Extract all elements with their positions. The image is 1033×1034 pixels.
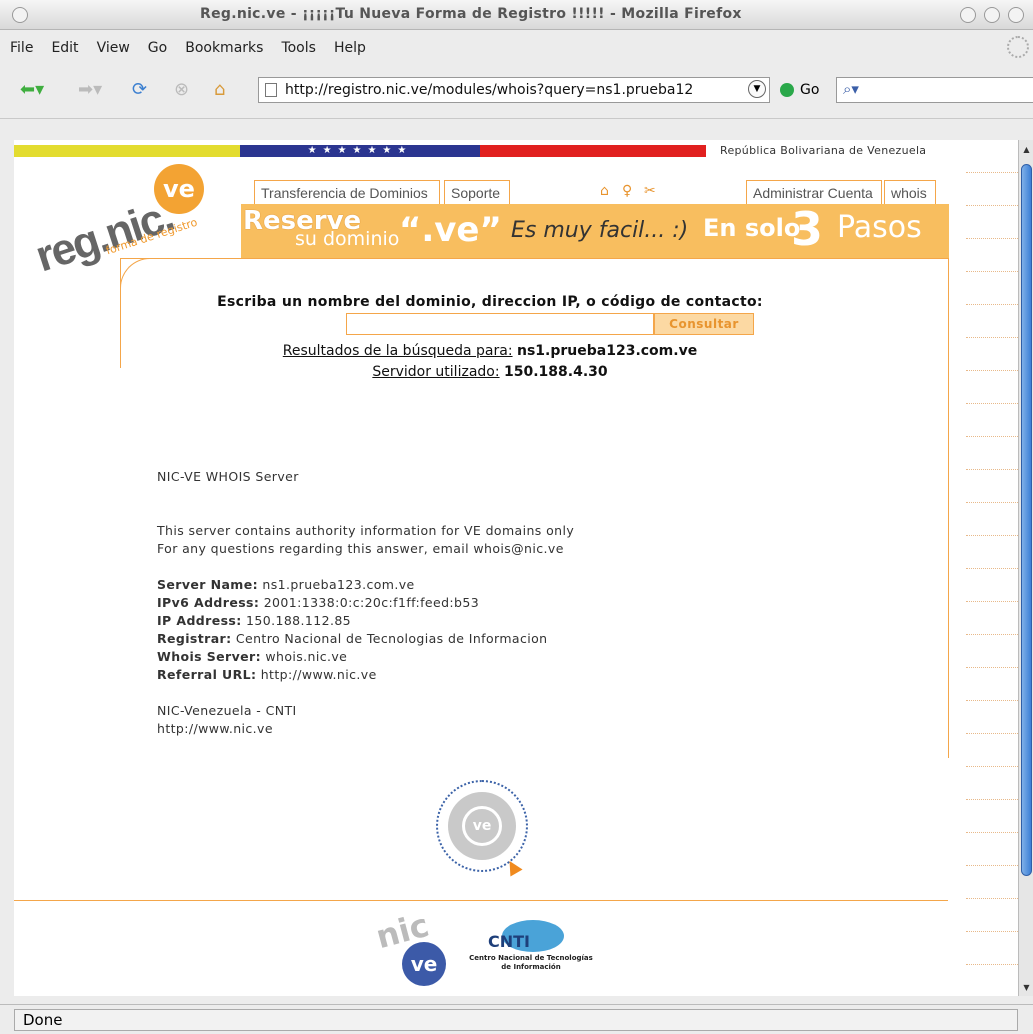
whois-footer-1: NIC-Venezuela - CNTI (157, 703, 297, 718)
page-icon (265, 83, 277, 97)
whois-field-registrar: Registrar: Centro Nacional de Tecnologia… (157, 631, 548, 646)
url-bar[interactable]: http://registro.nic.ve/modules/whois?que… (258, 77, 770, 103)
results-label: Resultados de la búsqueda para: (282, 343, 513, 359)
search-input[interactable] (346, 313, 654, 335)
footer-ve-circle: ve (402, 942, 446, 986)
url-dropdown-icon[interactable]: ▼ (748, 80, 766, 98)
flag-blue: ★★★★★★★ (240, 145, 480, 157)
agente-registrador-badge[interactable]: ve (436, 780, 528, 877)
title-bar: Reg.nic.ve - ¡¡¡¡¡Tu Nueva Forma de Regi… (0, 0, 1033, 30)
tools-icon[interactable]: ✂ (644, 183, 656, 199)
menu-help[interactable]: Help (334, 40, 366, 56)
results-value: ns1.prueba123.com.ve (517, 343, 698, 359)
whois-field-referral-url: Referral URL: http://www.nic.ve (157, 667, 377, 682)
home-icon[interactable]: ⌂ (214, 76, 225, 102)
results-line: Resultados de la búsqueda para: ns1.prue… (14, 343, 966, 359)
server-line: Servidor utilizado: 150.188.4.30 (14, 364, 966, 380)
whois-field-ip: IP Address: 150.188.112.85 (157, 613, 352, 628)
scroll-down-icon[interactable]: ▼ (1021, 982, 1032, 993)
menu-edit[interactable]: Edit (51, 40, 78, 56)
search-icon: ⌕▾ (843, 80, 859, 98)
banner-ve: “.ve” (399, 210, 502, 250)
server-label: Servidor utilizado: (372, 364, 500, 380)
banner-en-solo: En solo (703, 214, 801, 242)
right-decorative-strip (966, 140, 1018, 996)
menu-bar: File Edit View Go Bookmarks Tools Help (0, 30, 1033, 66)
menu-bookmarks[interactable]: Bookmarks (185, 40, 263, 56)
menu-go[interactable]: Go (148, 40, 167, 56)
whois-field-ipv6: IPv6 Address: 2001:1338:0:c:20c:f1ff:fee… (157, 595, 480, 610)
menu-file[interactable]: File (10, 40, 33, 56)
reload-icon[interactable]: ⟳ (132, 76, 147, 102)
menu-tools[interactable]: Tools (281, 40, 316, 56)
info-icon[interactable]: ♀ (622, 183, 632, 199)
promo-banner: Reserve su dominio “.ve” Es muy facil...… (241, 202, 949, 258)
server-value: 150.188.4.30 (504, 364, 608, 380)
cnti-subtitle: Centro Nacional de Tecnologías de Inform… (469, 954, 593, 971)
banner-facil: Es muy facil... :) (511, 218, 689, 243)
close-button[interactable] (1008, 7, 1024, 23)
republic-label: República Bolivariana de Venezuela (720, 144, 927, 157)
status-text: Done (14, 1009, 1018, 1031)
tab-whois[interactable]: whois (884, 180, 936, 204)
tab-administrar-cuenta[interactable]: Administrar Cuenta (746, 180, 882, 204)
go-label: Go (800, 82, 820, 98)
whois-output: NIC-VE WHOIS Server This server contains… (157, 468, 574, 738)
nic-ve-footer-logo[interactable]: nic ve (372, 906, 456, 992)
consultar-button[interactable]: Consultar (654, 313, 754, 335)
flag-yellow (14, 145, 240, 157)
page-content: ★★★★★★★ República Bolivariana de Venezue… (14, 140, 966, 996)
banner-three: 3 (791, 202, 824, 256)
window-menu-button[interactable] (12, 7, 28, 23)
throbber-icon (1007, 36, 1029, 58)
scroll-thumb[interactable] (1021, 164, 1032, 876)
footer-divider (14, 900, 948, 901)
flag-red (480, 145, 706, 157)
badge-ve: ve (462, 806, 502, 846)
window-title: Reg.nic.ve - ¡¡¡¡¡Tu Nueva Forma de Regi… (200, 6, 742, 22)
frame-border-right (948, 258, 949, 758)
whois-field-whois-server: Whois Server: whois.nic.ve (157, 649, 348, 664)
maximize-button[interactable] (984, 7, 1000, 23)
cnti-text: CNTI (488, 932, 530, 951)
cnti-footer-logo[interactable]: CNTI Centro Nacional de Tecnologías de I… (466, 920, 596, 980)
banner-su-dominio: su dominio (295, 228, 400, 250)
stop-icon[interactable]: ⊗ (174, 76, 189, 102)
whois-footer-2: http://www.nic.ve (157, 721, 273, 736)
logo-ve-circle: ve (154, 164, 204, 214)
url-text: http://registro.nic.ve/modules/whois?que… (285, 82, 694, 98)
back-icon[interactable]: ⬅▾ (20, 76, 44, 102)
forward-icon[interactable]: ➡▾ (78, 76, 102, 102)
tab-soporte[interactable]: Soporte (444, 180, 510, 204)
frame-border-top (120, 258, 949, 259)
banner-pasos: Pasos (837, 210, 922, 245)
menu-view[interactable]: View (97, 40, 130, 56)
firefox-window: Reg.nic.ve - ¡¡¡¡¡Tu Nueva Forma de Regi… (0, 0, 1033, 1034)
whois-info-1: This server contains authority informati… (157, 523, 575, 538)
home-icon[interactable]: ⌂ (600, 183, 609, 199)
toolbar-separator (0, 118, 1033, 119)
search-prompt: Escriba un nombre del dominio, direccion… (217, 294, 763, 310)
whois-header: NIC-VE WHOIS Server (157, 469, 299, 484)
go-icon (780, 83, 794, 97)
status-bar: Done (0, 1004, 1033, 1034)
whois-info-2: For any questions regarding this answer,… (157, 541, 564, 556)
search-box[interactable]: ⌕▾ (836, 77, 1033, 103)
go-button[interactable]: Go (780, 80, 819, 100)
scroll-up-icon[interactable]: ▲ (1021, 144, 1032, 155)
tab-transferencia[interactable]: Transferencia de Dominios (254, 180, 440, 204)
minimize-button[interactable] (960, 7, 976, 23)
frame-border-corner (120, 258, 160, 298)
vertical-scrollbar[interactable]: ▲ ▼ (1018, 140, 1033, 996)
whois-field-server-name: Server Name: ns1.prueba123.com.ve (157, 577, 415, 592)
reg-nic-logo[interactable]: reg.nic. ve forma de registro (30, 164, 254, 282)
